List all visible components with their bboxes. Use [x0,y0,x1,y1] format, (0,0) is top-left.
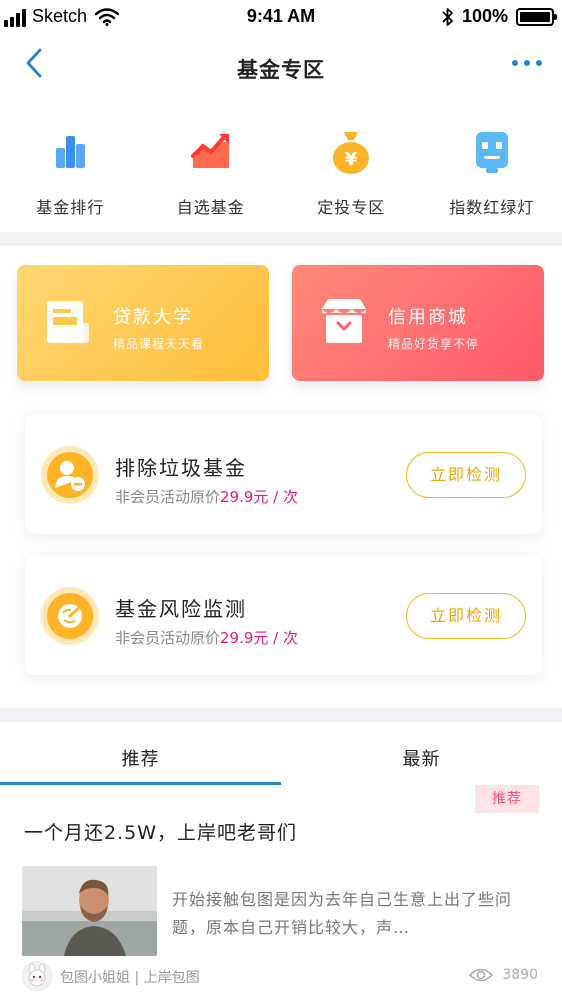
money-bag-icon: ¥ [327,128,375,176]
service-price-note: 非会员活动原价29.9元 / 次 [115,627,298,648]
price-prefix: 非会员活动原价 [115,488,221,506]
quick-link-fund-ranking[interactable]: 基金排行 [0,122,141,222]
promo-card-loan-university[interactable]: 贷款大学 精品课程天天看 [17,265,269,381]
radar-icon [41,587,99,645]
tab-latest[interactable]: 最新 [281,738,562,786]
recommended-badge: 推荐 [475,785,539,813]
tab-recommended[interactable]: 推荐 [0,738,281,786]
shop-icon [322,299,366,343]
service-price: 29.9元 / 次 [220,629,299,647]
author-info: 包图小姐姐 | 上岸包图 [60,970,200,986]
svg-text:¥: ¥ [345,149,358,170]
promo-subtitle: 精品课程天天看 [113,337,205,351]
price-prefix: 非会员活动原价 [115,629,221,647]
article-meta: 包图小姐姐 | 上岸包图 3890 [22,960,542,994]
trend-chart-icon [187,128,235,176]
detect-now-button[interactable]: 立即检测 [406,593,526,639]
more-options-icon[interactable] [508,56,546,70]
nav-bar: 基金专区 [0,38,562,96]
service-card-fund-risk-monitor: 基金风险监测 非会员活动原价29.9元 / 次 立即检测 [25,555,542,675]
quick-link-label: 自选基金 [176,198,245,217]
section-divider [0,708,562,722]
bar-chart-icon [46,128,94,176]
eye-icon [469,968,494,982]
service-title: 基金风险监测 [115,597,247,621]
page-title: 基金专区 [237,58,325,82]
quick-link-index-lights[interactable]: 指数红绿灯 [422,122,562,222]
quick-link-label: 指数红绿灯 [449,198,535,217]
section-divider [0,232,562,246]
quick-link-watchlist[interactable]: 自选基金 [141,122,282,222]
service-price-note: 非会员活动原价29.9元 / 次 [115,486,298,507]
view-count: 3890 [468,967,538,983]
view-count-value: 3890 [502,967,538,983]
service-title: 排除垃圾基金 [115,456,247,480]
quick-links: 基金排行 自选基金 ¥ 定投专区 指数红绿灯 [0,122,562,222]
battery-icon [516,7,557,26]
status-bar: Sketch 9:41 AM 100% [0,0,562,36]
avatar[interactable] [22,961,52,991]
quick-link-label: 基金排行 [36,198,105,217]
robot-face-icon [468,128,516,176]
article-tabs: 推荐 最新 [0,738,562,786]
article-thumbnail[interactable] [22,866,157,956]
quick-link-label: 定投专区 [317,198,386,217]
quick-link-investment-plan[interactable]: ¥ 定投专区 [281,122,422,222]
service-card-exclude-junk-funds: 排除垃圾基金 非会员活动原价29.9元 / 次 立即检测 [25,414,542,534]
promo-card-credit-mall[interactable]: 信用商城 精品好货享不停 [292,265,544,381]
promo-subtitle: 精品好货享不停 [388,337,480,351]
promo-title: 贷款大学 [113,307,193,328]
detect-now-button[interactable]: 立即检测 [406,452,526,498]
promo-title: 信用商城 [388,307,468,328]
service-price: 29.9元 / 次 [220,488,299,506]
bluetooth-icon [442,7,453,26]
user-minus-icon [41,446,99,504]
active-tab-indicator [0,782,281,785]
article-excerpt: 开始接触包图是因为去年自己生意上出了些问题，原本自己开销比较大，声… [172,890,513,937]
article-title[interactable]: 一个月还2.5W，上岸吧老哥们 [24,818,297,845]
document-icon [47,301,89,343]
battery-percent: 100% [461,6,508,26]
